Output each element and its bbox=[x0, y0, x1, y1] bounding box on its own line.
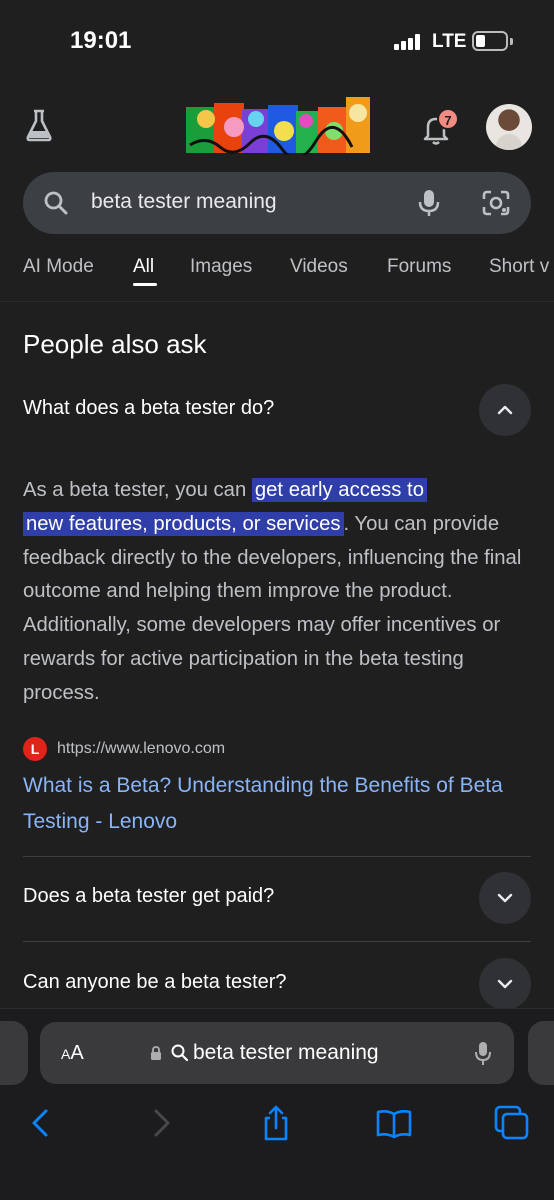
question-row[interactable]: Can anyone be a beta tester? bbox=[23, 958, 531, 1010]
google-doodle-logo[interactable] bbox=[186, 97, 372, 160]
network-type: LTE bbox=[432, 31, 467, 52]
next-tab-preview[interactable] bbox=[528, 1021, 554, 1085]
tab-videos[interactable]: Videos bbox=[290, 256, 348, 278]
source-title-link[interactable]: What is a Beta? Understanding the Benefi… bbox=[23, 768, 523, 840]
expand-button[interactable] bbox=[479, 872, 531, 924]
lock-icon bbox=[151, 1046, 161, 1060]
question-divider bbox=[23, 856, 531, 857]
tab-ai-mode[interactable]: AI Mode bbox=[23, 256, 94, 278]
back-icon[interactable] bbox=[21, 1103, 61, 1143]
address-bar[interactable]: AA beta tester meaning bbox=[40, 1022, 514, 1084]
chevron-down-icon bbox=[497, 893, 513, 903]
notifications-badge: 7 bbox=[437, 108, 459, 130]
answer-text-start: As a beta tester, you can bbox=[23, 479, 252, 501]
share-icon[interactable] bbox=[256, 1103, 296, 1143]
question-row[interactable]: Does a beta tester get paid? bbox=[23, 872, 531, 924]
search-query[interactable]: beta tester meaning bbox=[91, 190, 277, 214]
page-settings-button[interactable]: AA bbox=[61, 1042, 84, 1065]
tab-forums[interactable]: Forums bbox=[387, 256, 451, 278]
search-input[interactable]: beta tester meaning bbox=[23, 172, 531, 234]
question-text[interactable]: Does a beta tester get paid? bbox=[23, 885, 274, 908]
chevron-up-icon bbox=[497, 405, 513, 415]
battery-icon bbox=[472, 31, 508, 51]
tab-short-videos[interactable]: Short v bbox=[489, 256, 549, 278]
tabs-icon[interactable] bbox=[492, 1103, 532, 1143]
tab-all[interactable]: All bbox=[133, 256, 154, 278]
question-divider bbox=[23, 941, 531, 942]
question-text[interactable]: What does a beta tester do? bbox=[23, 397, 274, 420]
battery-tip bbox=[510, 38, 513, 45]
flask-icon[interactable] bbox=[24, 108, 54, 142]
address-text[interactable]: beta tester meaning bbox=[193, 1041, 379, 1065]
signal-icon bbox=[394, 34, 422, 50]
search-icon bbox=[171, 1044, 189, 1062]
forward-icon[interactable] bbox=[141, 1103, 181, 1143]
microphone-icon[interactable] bbox=[474, 1041, 492, 1067]
chevron-down-icon bbox=[497, 979, 513, 989]
lenovo-favicon-icon: L bbox=[23, 737, 47, 761]
question-row[interactable]: What does a beta tester do? bbox=[23, 384, 531, 436]
tabs-divider bbox=[0, 301, 554, 302]
google-lens-icon[interactable] bbox=[481, 189, 511, 217]
answer-text: As a beta tester, you can get early acce… bbox=[23, 474, 523, 711]
bookmarks-icon[interactable] bbox=[374, 1103, 414, 1143]
status-bar: 19:01 LTE bbox=[0, 0, 554, 80]
browser-toolbar: AA beta tester meaning bbox=[0, 1008, 554, 1200]
tab-images[interactable]: Images bbox=[190, 256, 252, 278]
answer-highlight-1: get early access to bbox=[251, 478, 427, 502]
search-icon bbox=[44, 191, 68, 215]
question-text[interactable]: Can anyone be a beta tester? bbox=[23, 971, 287, 994]
status-time: 19:01 bbox=[70, 27, 132, 54]
avatar[interactable] bbox=[486, 104, 532, 150]
search-tabs: AI Mode All Images Videos Forums Short v bbox=[0, 252, 554, 292]
previous-tab-preview[interactable] bbox=[0, 1021, 28, 1085]
source-url[interactable]: https://www.lenovo.com bbox=[57, 740, 225, 758]
active-tab-indicator bbox=[133, 283, 157, 286]
answer-highlight-2: new features, products, or services bbox=[23, 511, 344, 536]
people-also-ask-title: People also ask bbox=[23, 329, 207, 359]
microphone-icon[interactable] bbox=[417, 188, 441, 218]
answer-text-end: . You can provide feedback directly to t… bbox=[23, 512, 522, 704]
expand-button[interactable] bbox=[479, 958, 531, 1010]
collapse-button[interactable] bbox=[479, 384, 531, 436]
